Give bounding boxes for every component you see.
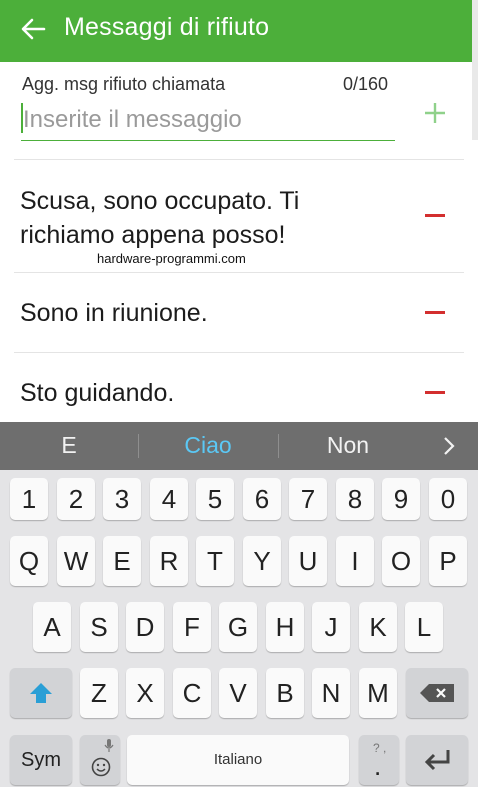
period-key[interactable]: ? , . [359, 735, 399, 785]
key[interactable]: 1 [10, 478, 48, 520]
key[interactable]: D [126, 602, 164, 652]
key[interactable]: Z [80, 668, 118, 718]
keyboard: 1 2 3 4 5 6 7 8 9 0 Q W E R T Y U I O P … [0, 470, 478, 787]
key[interactable]: E [103, 536, 141, 586]
key[interactable]: 3 [103, 478, 141, 520]
key[interactable]: O [382, 536, 420, 586]
enter-icon [424, 750, 450, 771]
key[interactable]: 6 [243, 478, 281, 520]
backspace-key[interactable] [406, 668, 468, 718]
key[interactable]: J [312, 602, 350, 652]
key[interactable]: G [219, 602, 257, 652]
key[interactable]: W [57, 536, 95, 586]
key[interactable]: U [289, 536, 327, 586]
scroll-indicator [472, 0, 478, 140]
message-item[interactable]: Sono in riunione. [20, 296, 400, 330]
suggestion-bar: E Ciao Non [0, 422, 478, 470]
key[interactable]: V [219, 668, 257, 718]
key[interactable]: I [336, 536, 374, 586]
remove-message-icon[interactable] [425, 214, 445, 217]
key[interactable]: Y [243, 536, 281, 586]
smiley-icon [91, 757, 111, 777]
key[interactable]: K [359, 602, 397, 652]
shift-icon [30, 683, 52, 703]
key[interactable]: 8 [336, 478, 374, 520]
key[interactable]: X [126, 668, 164, 718]
key[interactable]: C [173, 668, 211, 718]
key[interactable]: L [405, 602, 443, 652]
key[interactable]: 4 [150, 478, 188, 520]
message-item[interactable]: Sto guidando. [20, 376, 400, 410]
period-label: . [374, 751, 382, 781]
remove-message-icon[interactable] [425, 391, 445, 394]
char-counter: 0/160 [343, 74, 389, 94]
suggestion-item[interactable]: E [19, 432, 119, 459]
key[interactable]: A [33, 602, 71, 652]
key[interactable]: S [80, 602, 118, 652]
emoji-key[interactable] [80, 735, 120, 785]
space-key[interactable]: Italiano [127, 735, 349, 785]
watermark: hardware-programmi.com [97, 251, 246, 266]
chevron-right-icon[interactable] [442, 436, 456, 456]
key[interactable]: 0 [429, 478, 467, 520]
key[interactable]: F [173, 602, 211, 652]
divider [14, 272, 464, 273]
key[interactable]: Q [10, 536, 48, 586]
divider [14, 159, 464, 160]
input-label: Agg. msg rifiuto chiamata [22, 74, 226, 94]
remove-message-icon[interactable] [425, 311, 445, 314]
shift-key[interactable] [10, 668, 72, 718]
back-arrow-icon[interactable] [20, 16, 46, 42]
backspace-icon [420, 684, 454, 702]
key[interactable]: N [312, 668, 350, 718]
enter-key[interactable] [406, 735, 468, 785]
key[interactable]: 2 [57, 478, 95, 520]
key[interactable]: P [429, 536, 467, 586]
suggestion-item[interactable]: Ciao [158, 432, 258, 459]
key[interactable]: H [266, 602, 304, 652]
key[interactable]: M [359, 668, 397, 718]
key[interactable]: 5 [196, 478, 234, 520]
key[interactable]: R [150, 536, 188, 586]
sym-key[interactable]: Sym [10, 735, 72, 785]
add-icon[interactable] [424, 102, 446, 124]
text-cursor [21, 103, 23, 133]
divider [278, 434, 279, 458]
key[interactable]: 7 [289, 478, 327, 520]
suggestion-item[interactable]: Non [298, 432, 398, 459]
app-bar: Messaggi di rifiuto [0, 0, 472, 62]
key[interactable]: B [266, 668, 304, 718]
key[interactable]: T [196, 536, 234, 586]
microphone-icon [104, 739, 114, 752]
page-title: Messaggi di rifiuto [64, 13, 270, 41]
divider [138, 434, 139, 458]
divider [14, 352, 464, 353]
message-item[interactable]: Scusa, sono occupato. Ti richiamo appena… [20, 184, 400, 252]
key[interactable]: 9 [382, 478, 420, 520]
reject-message-input[interactable] [21, 100, 395, 141]
